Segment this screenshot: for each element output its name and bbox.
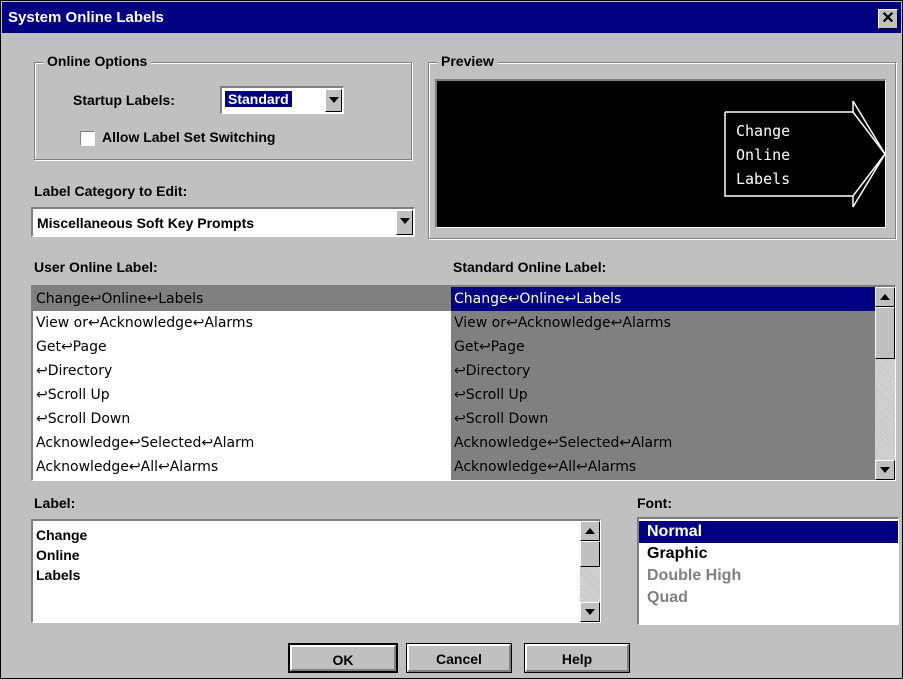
dialog-window: System Online Labels ✕ Online Options St…: [0, 0, 903, 679]
font-listbox[interactable]: Normal Graphic Double High Quad: [637, 517, 899, 625]
user-label-row[interactable]: ↩Scroll Down: [33, 407, 451, 431]
font-option[interactable]: Quad: [639, 587, 898, 609]
scroll-down-icon[interactable]: [580, 602, 600, 622]
standard-online-label-header: Standard Online Label:: [453, 259, 607, 275]
font-option[interactable]: Graphic: [639, 543, 898, 565]
user-labels-column: Change↩Online↩Labels View or↩Acknowledge↩…: [33, 287, 451, 480]
preview-legend: Preview: [437, 53, 498, 69]
user-online-label-header: User Online Label:: [34, 259, 158, 275]
startup-labels-label: Startup Labels:: [73, 92, 175, 108]
scroll-up-icon[interactable]: [875, 287, 895, 307]
user-label-row[interactable]: Get↩Page: [33, 335, 451, 359]
standard-label-row[interactable]: View or↩Acknowledge↩Alarms: [451, 311, 875, 335]
standard-labels-column: Change↩Online↩Labels View or↩Acknowledge↩…: [451, 287, 875, 480]
preview-arrow-shape: [724, 100, 886, 208]
preview-label-text: Change Online Labels: [736, 122, 791, 188]
preview-canvas: Change Online Labels: [435, 79, 886, 228]
scroll-up-icon[interactable]: [580, 521, 600, 541]
help-button[interactable]: Help: [524, 643, 630, 673]
scroll-thumb[interactable]: [875, 307, 895, 359]
allow-label-switching-label[interactable]: Allow Label Set Switching: [102, 129, 275, 145]
font-label: Font:: [637, 495, 672, 511]
help-button-label: Help: [525, 644, 629, 672]
font-option[interactable]: Double High: [639, 565, 898, 587]
label-editor-textarea[interactable]: Change Online Labels: [31, 519, 601, 623]
startup-labels-select[interactable]: Standard: [220, 86, 344, 114]
user-label-row[interactable]: Acknowledge↩Selected↩Alarm: [33, 431, 451, 455]
title-bar[interactable]: System Online Labels ✕: [2, 2, 901, 33]
labels-listbox[interactable]: Change↩Online↩Labels View or↩Acknowledge↩…: [31, 285, 896, 481]
standard-label-row[interactable]: ↩Directory: [451, 359, 875, 383]
ok-button[interactable]: OK: [288, 643, 398, 673]
cancel-button-label: Cancel: [407, 644, 511, 672]
user-label-row[interactable]: View or↩Acknowledge↩Alarms: [33, 311, 451, 335]
category-select[interactable]: Miscellaneous Soft Key Prompts: [31, 207, 415, 237]
font-option[interactable]: Normal: [639, 521, 898, 543]
user-label-row[interactable]: Change↩Online↩Labels: [33, 287, 451, 311]
ok-button-label: OK: [290, 645, 396, 671]
user-label-row[interactable]: ↩Scroll Up: [33, 383, 451, 407]
standard-label-row[interactable]: Change↩Online↩Labels: [451, 287, 875, 311]
close-icon[interactable]: ✕: [878, 9, 898, 29]
standard-label-row[interactable]: Acknowledge↩Selected↩Alarm: [451, 431, 875, 455]
standard-label-row[interactable]: Get↩Page: [451, 335, 875, 359]
chevron-down-icon[interactable]: [325, 89, 342, 112]
label-editor-scrollbar[interactable]: [580, 521, 600, 622]
cancel-button[interactable]: Cancel: [406, 643, 512, 673]
standard-label-row[interactable]: ↩Scroll Down: [451, 407, 875, 431]
scroll-down-icon[interactable]: [875, 460, 895, 480]
online-options-legend: Online Options: [43, 53, 152, 69]
allow-label-switching-checkbox[interactable]: [80, 131, 95, 146]
category-label: Label Category to Edit:: [34, 183, 188, 199]
labels-scrollbar[interactable]: [875, 287, 895, 480]
scroll-thumb[interactable]: [580, 541, 600, 567]
startup-labels-value: Standard: [225, 91, 292, 107]
standard-label-row[interactable]: ↩Scroll Up: [451, 383, 875, 407]
window-title: System Online Labels: [8, 9, 164, 26]
standard-label-row[interactable]: Acknowledge↩All↩Alarms: [451, 455, 875, 479]
category-value: Miscellaneous Soft Key Prompts: [37, 215, 255, 231]
label-editor-label: Label:: [34, 495, 76, 511]
user-label-row[interactable]: Acknowledge↩All↩Alarms: [33, 455, 451, 479]
user-label-row[interactable]: ↩Directory: [33, 359, 451, 383]
label-editor-text[interactable]: Change Online Labels: [36, 525, 87, 585]
chevron-down-icon[interactable]: [396, 210, 413, 235]
